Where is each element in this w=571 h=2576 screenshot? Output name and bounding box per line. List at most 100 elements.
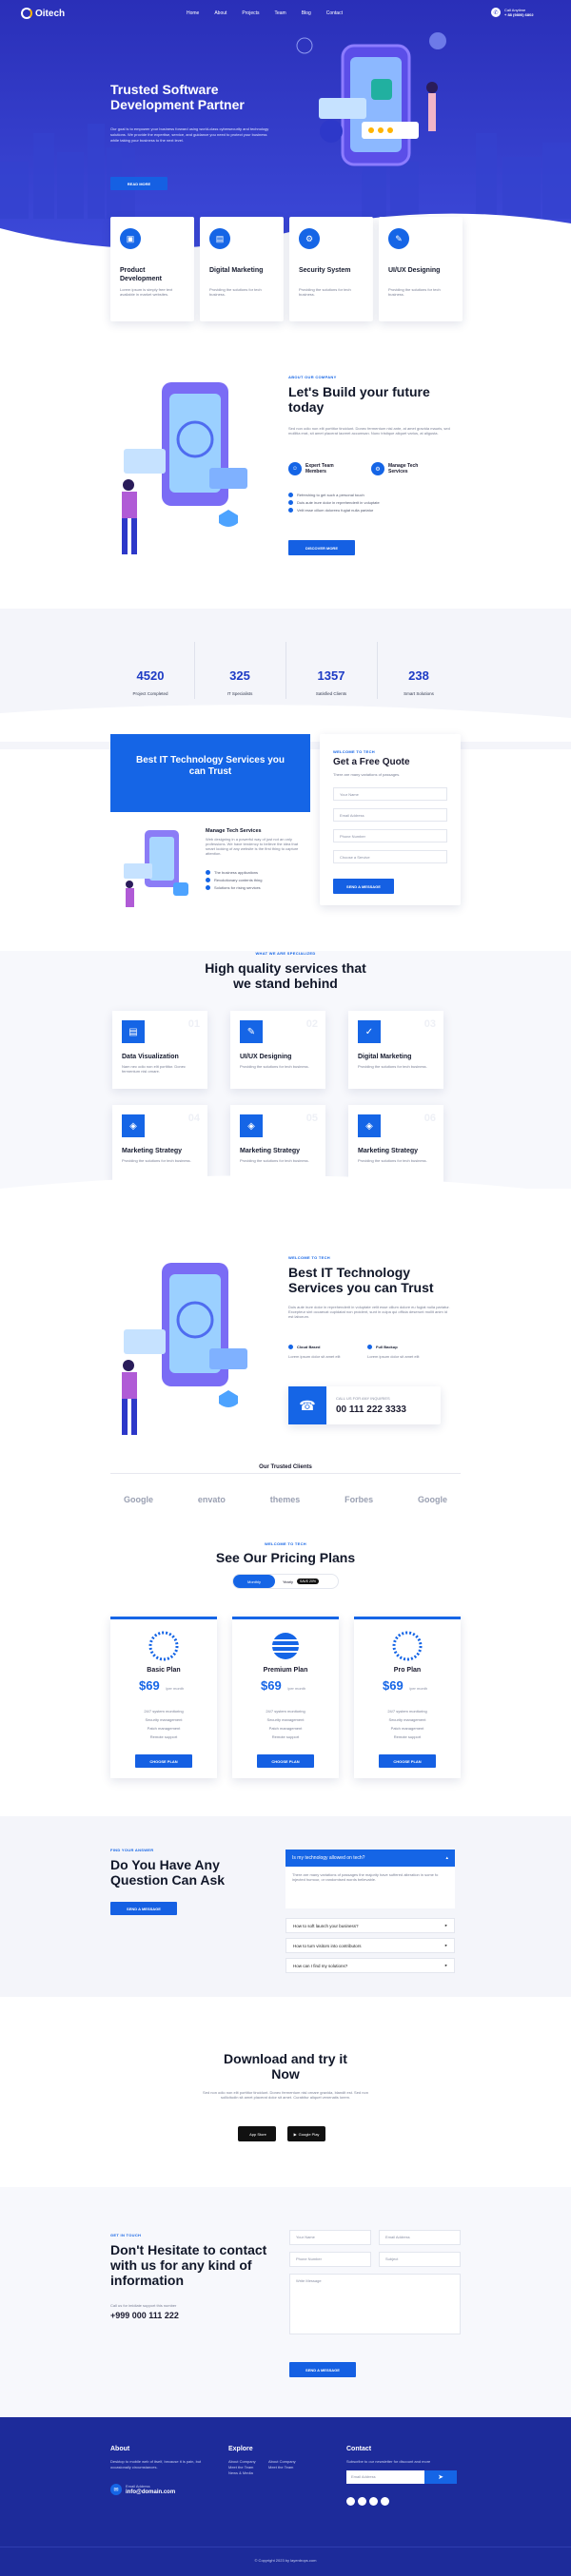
discover-more-button[interactable]: DISCOVER MORE [288, 540, 355, 555]
google-play-button[interactable]: ▶ Google Play [287, 2126, 325, 2141]
plan-globe-icon [392, 1631, 423, 1661]
nav-team[interactable]: Team [274, 10, 286, 16]
faq-item[interactable]: How to soft launch your business? ▸ [286, 1918, 455, 1933]
instagram-icon[interactable] [381, 2497, 389, 2506]
client-logo: Google [417, 1495, 447, 1504]
about-kicker: ABOUT OUR COMPANY [288, 375, 337, 379]
trust2-kicker: WELCOME TO TECH [288, 1255, 330, 1260]
faq-item[interactable]: How can I find my solutions? ▸ [286, 1958, 455, 1973]
facebook-icon[interactable] [358, 2497, 366, 2506]
feature-card[interactable]: ✎ UI/UX Designing Providing the solution… [379, 217, 463, 321]
design-icon: ✎ [388, 228, 409, 249]
faq-item[interactable]: How to turn visitors into contributors ▸ [286, 1938, 455, 1953]
hero-phone-illustration [296, 32, 446, 166]
trust2-illustration [122, 1263, 247, 1435]
thumbs-up-icon: ✓ [358, 1020, 381, 1043]
stat-clients: 1357 Satisfied Clients [315, 668, 347, 696]
service-card[interactable]: ▤ 01 Data Visualization Nam nec odio non el… [112, 1011, 207, 1089]
about-checklist: Refreshing to get such a personal touch … [288, 491, 380, 513]
play-icon: ▶ [293, 2131, 297, 2137]
quote-phone-input[interactable]: Phone Number [333, 829, 447, 843]
contact-subject-input[interactable]: Subject [379, 2252, 461, 2267]
nav-home[interactable]: Home [187, 10, 199, 16]
faq-item-open[interactable]: Is my technology allowed on tech? ▴ [286, 1850, 455, 1867]
about-illustration [122, 382, 247, 554]
quote-title: Get a Free Quote [333, 757, 410, 767]
stat-solutions: 238 Smart Solutions [404, 668, 434, 696]
pricing-card: Pro Plan $69 /per month 24/7 system moni… [354, 1617, 461, 1778]
choose-plan-button[interactable]: CHOOSE PLAN [135, 1754, 192, 1768]
contact-phone[interactable]: +999 000 111 222 [110, 2311, 179, 2320]
choose-plan-button[interactable]: CHOOSE PLAN [257, 1754, 314, 1768]
service-card[interactable]: ✓ 03 Digital Marketing Providing the soluti… [348, 1011, 443, 1089]
newsletter-email-input[interactable]: Email Address [346, 2470, 424, 2484]
hero-wave-divider [0, 213, 571, 266]
copyright: © Copyright 2023 by layerdrops.com [254, 2558, 317, 2563]
design-icon: ✎ [240, 1020, 263, 1043]
nav-projects[interactable]: Projects [242, 10, 259, 16]
footer-link[interactable]: News & Media [228, 2470, 256, 2476]
read-more-button[interactable]: READ MORE [110, 177, 167, 190]
trust-checklist: The business applications Revolutionary … [206, 868, 262, 891]
footer-link[interactable]: Meet the Team [268, 2465, 296, 2470]
app-store-button[interactable]: App Store [238, 2126, 276, 2141]
client-logo: Google [124, 1495, 153, 1504]
marketing-icon: ▤ [209, 228, 230, 249]
nav-blog[interactable]: Blog [302, 10, 311, 16]
site-logo[interactable]: Oitech [21, 8, 65, 19]
billing-toggle[interactable]: Monthly Yearly SAVE 20% [232, 1574, 339, 1589]
about-feature-b: ⚙ Manage Tech Services [371, 462, 436, 475]
quote-service-select[interactable]: Choose a Service [333, 850, 447, 863]
trust-subtext: Web designing in a powerful way of just … [206, 837, 299, 856]
about-text: Sed non odio non elit porttitor tincidun… [288, 426, 450, 436]
services-title: High quality services that we stand behi… [205, 960, 366, 991]
chart-icon: ▤ [122, 1020, 145, 1043]
team-icon: ☺ [288, 462, 302, 475]
app-text: Sed non odio non elit porttitor tincidun… [203, 2090, 368, 2100]
contact-message-textarea[interactable]: Write Message [289, 2274, 461, 2334]
footer-email[interactable]: ✉ Email Address info@domain.com [110, 2484, 175, 2495]
call-us-box[interactable]: ☎ CALL US FOR ANY INQUIRIES 00 111 222 3… [288, 1386, 441, 1424]
about-title: Let's Build your future today [288, 384, 430, 415]
trust2-text: Duis aute irure dolor in reprehenderit i… [288, 1305, 450, 1319]
pinterest-icon[interactable] [369, 2497, 378, 2506]
stat-specialists: 325 IT Specialists [226, 668, 253, 696]
feature-card[interactable]: ▤ Digital Marketing Providing the soluti… [200, 217, 284, 321]
quote-email-input[interactable]: Email Address [333, 808, 447, 822]
security-icon: ⚙ [299, 228, 320, 249]
save-badge: SAVE 20% [296, 1579, 320, 1584]
top-navigation: Oitech Home About Projects Team Blog Con… [0, 0, 571, 29]
logo-icon [21, 8, 32, 19]
nav-about[interactable]: About [214, 10, 226, 16]
toggle-yearly[interactable]: Yearly [283, 1579, 293, 1584]
client-logo: themes [269, 1495, 301, 1504]
service-card[interactable]: ✎ 02 UI/UX Designing Providing the solution… [230, 1011, 325, 1089]
plan-stripes-icon [272, 1633, 299, 1659]
quote-name-input[interactable]: Your Name [333, 787, 447, 801]
app-title: Download and try it Now [224, 2051, 347, 2082]
feature-card[interactable]: ▣ Product Development Lorem ipsum is sim… [110, 217, 194, 321]
feature-card[interactable]: ⚙ Security System Providing the solution… [289, 217, 373, 321]
faq-message-button[interactable]: SEND A MESSAGE [110, 1902, 177, 1915]
pricing-card: Basic Plan $69 /per month 24/7 system mo… [110, 1617, 217, 1778]
plan-globe-icon [148, 1631, 179, 1661]
about-feature-a: ☺ Expert Team Members [288, 462, 353, 475]
contact-email-input[interactable]: Email Address [379, 2230, 461, 2245]
cart-icon: ◈ [240, 1114, 263, 1137]
quote-submit-button[interactable]: SEND A MESSAGE [333, 879, 394, 894]
contact-name-input[interactable]: Your Name [289, 2230, 371, 2245]
nav-contact[interactable]: Contact [326, 10, 343, 16]
toggle-monthly[interactable]: Monthly [233, 1575, 275, 1588]
twitter-icon[interactable] [346, 2497, 355, 2506]
trust-subtitle: Manage Tech Services [206, 828, 262, 834]
product-icon: ▣ [120, 228, 141, 249]
send-icon[interactable]: ➤ [424, 2470, 457, 2484]
services-kicker: WHAT WE ARE SPECIALIZED [255, 951, 316, 956]
main-menu: Home About Projects Team Blog Contact [187, 10, 343, 16]
contact-submit-button[interactable]: SEND A MESSAGE [289, 2362, 356, 2377]
pricing-card: Premium Plan $69 /per month 24/7 system … [232, 1617, 339, 1778]
chevron-right-icon: ▸ [444, 1943, 447, 1947]
contact-phone-input[interactable]: Phone Number [289, 2252, 371, 2267]
nav-phone[interactable]: ✆ Call Anytime + 88 (9800) 6802 [491, 8, 534, 17]
choose-plan-button[interactable]: CHOOSE PLAN [379, 1754, 436, 1768]
